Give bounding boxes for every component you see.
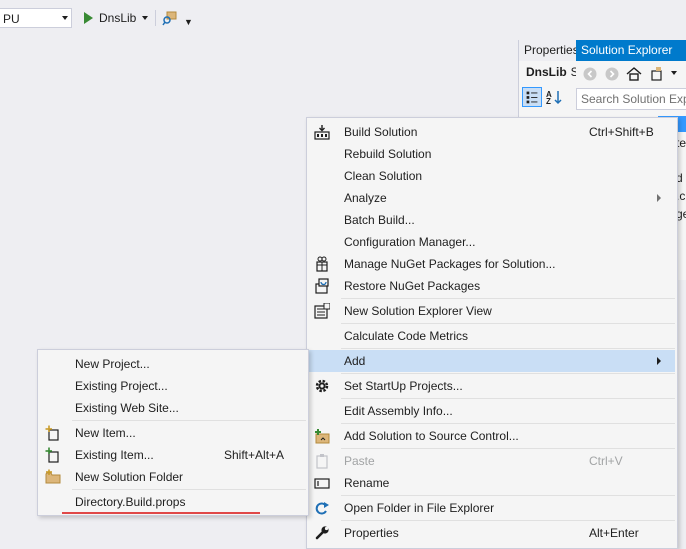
properties-tab[interactable]: Properties [519, 40, 577, 61]
restore-icon [315, 278, 329, 294]
categorized-icon[interactable] [522, 87, 542, 107]
solution-platform-combo[interactable]: PU [0, 8, 72, 28]
toolbar-separator [155, 10, 156, 26]
menu-item-calculate-code-metrics[interactable]: Calculate Code Metrics [309, 325, 675, 347]
chevron-down-icon[interactable] [671, 71, 677, 75]
alphabetical-icon[interactable]: A Z [546, 89, 562, 105]
menu-item-properties[interactable]: Properties Alt+Enter [309, 522, 675, 544]
annotation-underline [62, 512, 260, 514]
menu-separator [72, 489, 306, 490]
properties-object-name: DnsLib S [526, 65, 579, 79]
menu-item-build-solution[interactable]: Build Solution Ctrl+Shift+B [309, 121, 675, 143]
back-icon[interactable] [582, 66, 598, 82]
chevron-down-icon[interactable] [62, 16, 68, 20]
chevron-right-icon [657, 194, 661, 202]
menu-separator [341, 373, 675, 374]
refresh-icon [315, 502, 329, 515]
solution-explorer-toolbar [576, 61, 686, 87]
solution-explorer-search-input[interactable]: Search Solution Explorer [576, 88, 686, 110]
home-icon[interactable] [626, 66, 642, 82]
new-view-icon [314, 303, 330, 319]
solution-context-menu: Build Solution Ctrl+Shift+B Rebuild Solu… [306, 117, 678, 549]
menu-item-clean-solution[interactable]: Clean Solution [309, 165, 675, 187]
menu-separator [341, 520, 675, 521]
startup-project-label: DnsLib [99, 11, 137, 25]
menu-item-new-solution-explorer-view[interactable]: New Solution Explorer View [309, 300, 675, 322]
svg-text:Z: Z [546, 97, 551, 105]
start-debugging-button[interactable]: DnsLib [80, 8, 149, 28]
menu-separator [341, 423, 675, 424]
menu-item-batch-build[interactable]: Batch Build... [309, 209, 675, 231]
build-icon [314, 125, 330, 140]
overflow-icon[interactable]: ▼ [184, 18, 193, 27]
menu-item-rebuild-solution[interactable]: Rebuild Solution [309, 143, 675, 165]
platform-value: PU [3, 12, 20, 26]
menu-item-open-folder-in-file-explorer[interactable]: Open Folder in File Explorer [309, 497, 675, 519]
menu-separator [341, 348, 675, 349]
menu-separator [341, 495, 675, 496]
menu-item-set-startup-projects[interactable]: Set StartUp Projects... [309, 375, 675, 397]
menu-item-rename[interactable]: Rename [309, 472, 675, 494]
switch-views-icon[interactable] [650, 66, 666, 82]
play-icon [84, 12, 93, 24]
new-item-icon [45, 425, 59, 441]
submenu-item-directory-build-props[interactable]: Directory.Build.props [40, 491, 306, 513]
menu-item-add[interactable]: Add [309, 350, 675, 372]
folder-icon [45, 469, 61, 484]
nuget-icon [316, 256, 328, 272]
rename-icon [314, 478, 330, 489]
menu-item-restore-nuget[interactable]: Restore NuGet Packages [309, 275, 675, 297]
menu-separator [341, 323, 675, 324]
forward-icon[interactable] [604, 66, 620, 82]
submenu-item-existing-item[interactable]: Existing Item... Shift+Alt+A [40, 444, 306, 466]
paste-icon [316, 454, 328, 469]
menu-item-analyze[interactable]: Analyze [309, 187, 675, 209]
wrench-icon [315, 526, 329, 540]
submenu-item-new-solution-folder[interactable]: New Solution Folder [40, 466, 306, 488]
menu-item-paste[interactable]: Paste Ctrl+V [309, 450, 675, 472]
menu-separator [72, 420, 306, 421]
properties-panel: Properties DnsLib S A Z [518, 40, 579, 120]
add-submenu: New Project... Existing Project... Exist… [37, 349, 309, 516]
menu-separator [341, 298, 675, 299]
find-in-files-icon[interactable] [162, 10, 178, 26]
menu-item-edit-assembly-info[interactable]: Edit Assembly Info... [309, 400, 675, 422]
solution-explorer-title[interactable]: Solution Explorer [576, 40, 686, 61]
chevron-right-icon [657, 357, 661, 365]
toolbar: PU DnsLib ▼ [0, 0, 686, 38]
submenu-item-new-project[interactable]: New Project... [40, 353, 306, 375]
menu-separator [341, 448, 675, 449]
chevron-down-icon[interactable] [142, 16, 149, 20]
menu-item-add-to-source-control[interactable]: Add Solution to Source Control... [309, 425, 675, 447]
gear-icon [315, 379, 329, 393]
existing-item-icon [45, 447, 59, 463]
menu-separator [341, 398, 675, 399]
submenu-item-existing-project[interactable]: Existing Project... [40, 375, 306, 397]
menu-item-manage-nuget[interactable]: Manage NuGet Packages for Solution... [309, 253, 675, 275]
submenu-item-new-item[interactable]: New Item... [40, 422, 306, 444]
submenu-item-existing-web-site[interactable]: Existing Web Site... [40, 397, 306, 419]
source-control-icon [315, 429, 330, 444]
menu-item-configuration-manager[interactable]: Configuration Manager... [309, 231, 675, 253]
